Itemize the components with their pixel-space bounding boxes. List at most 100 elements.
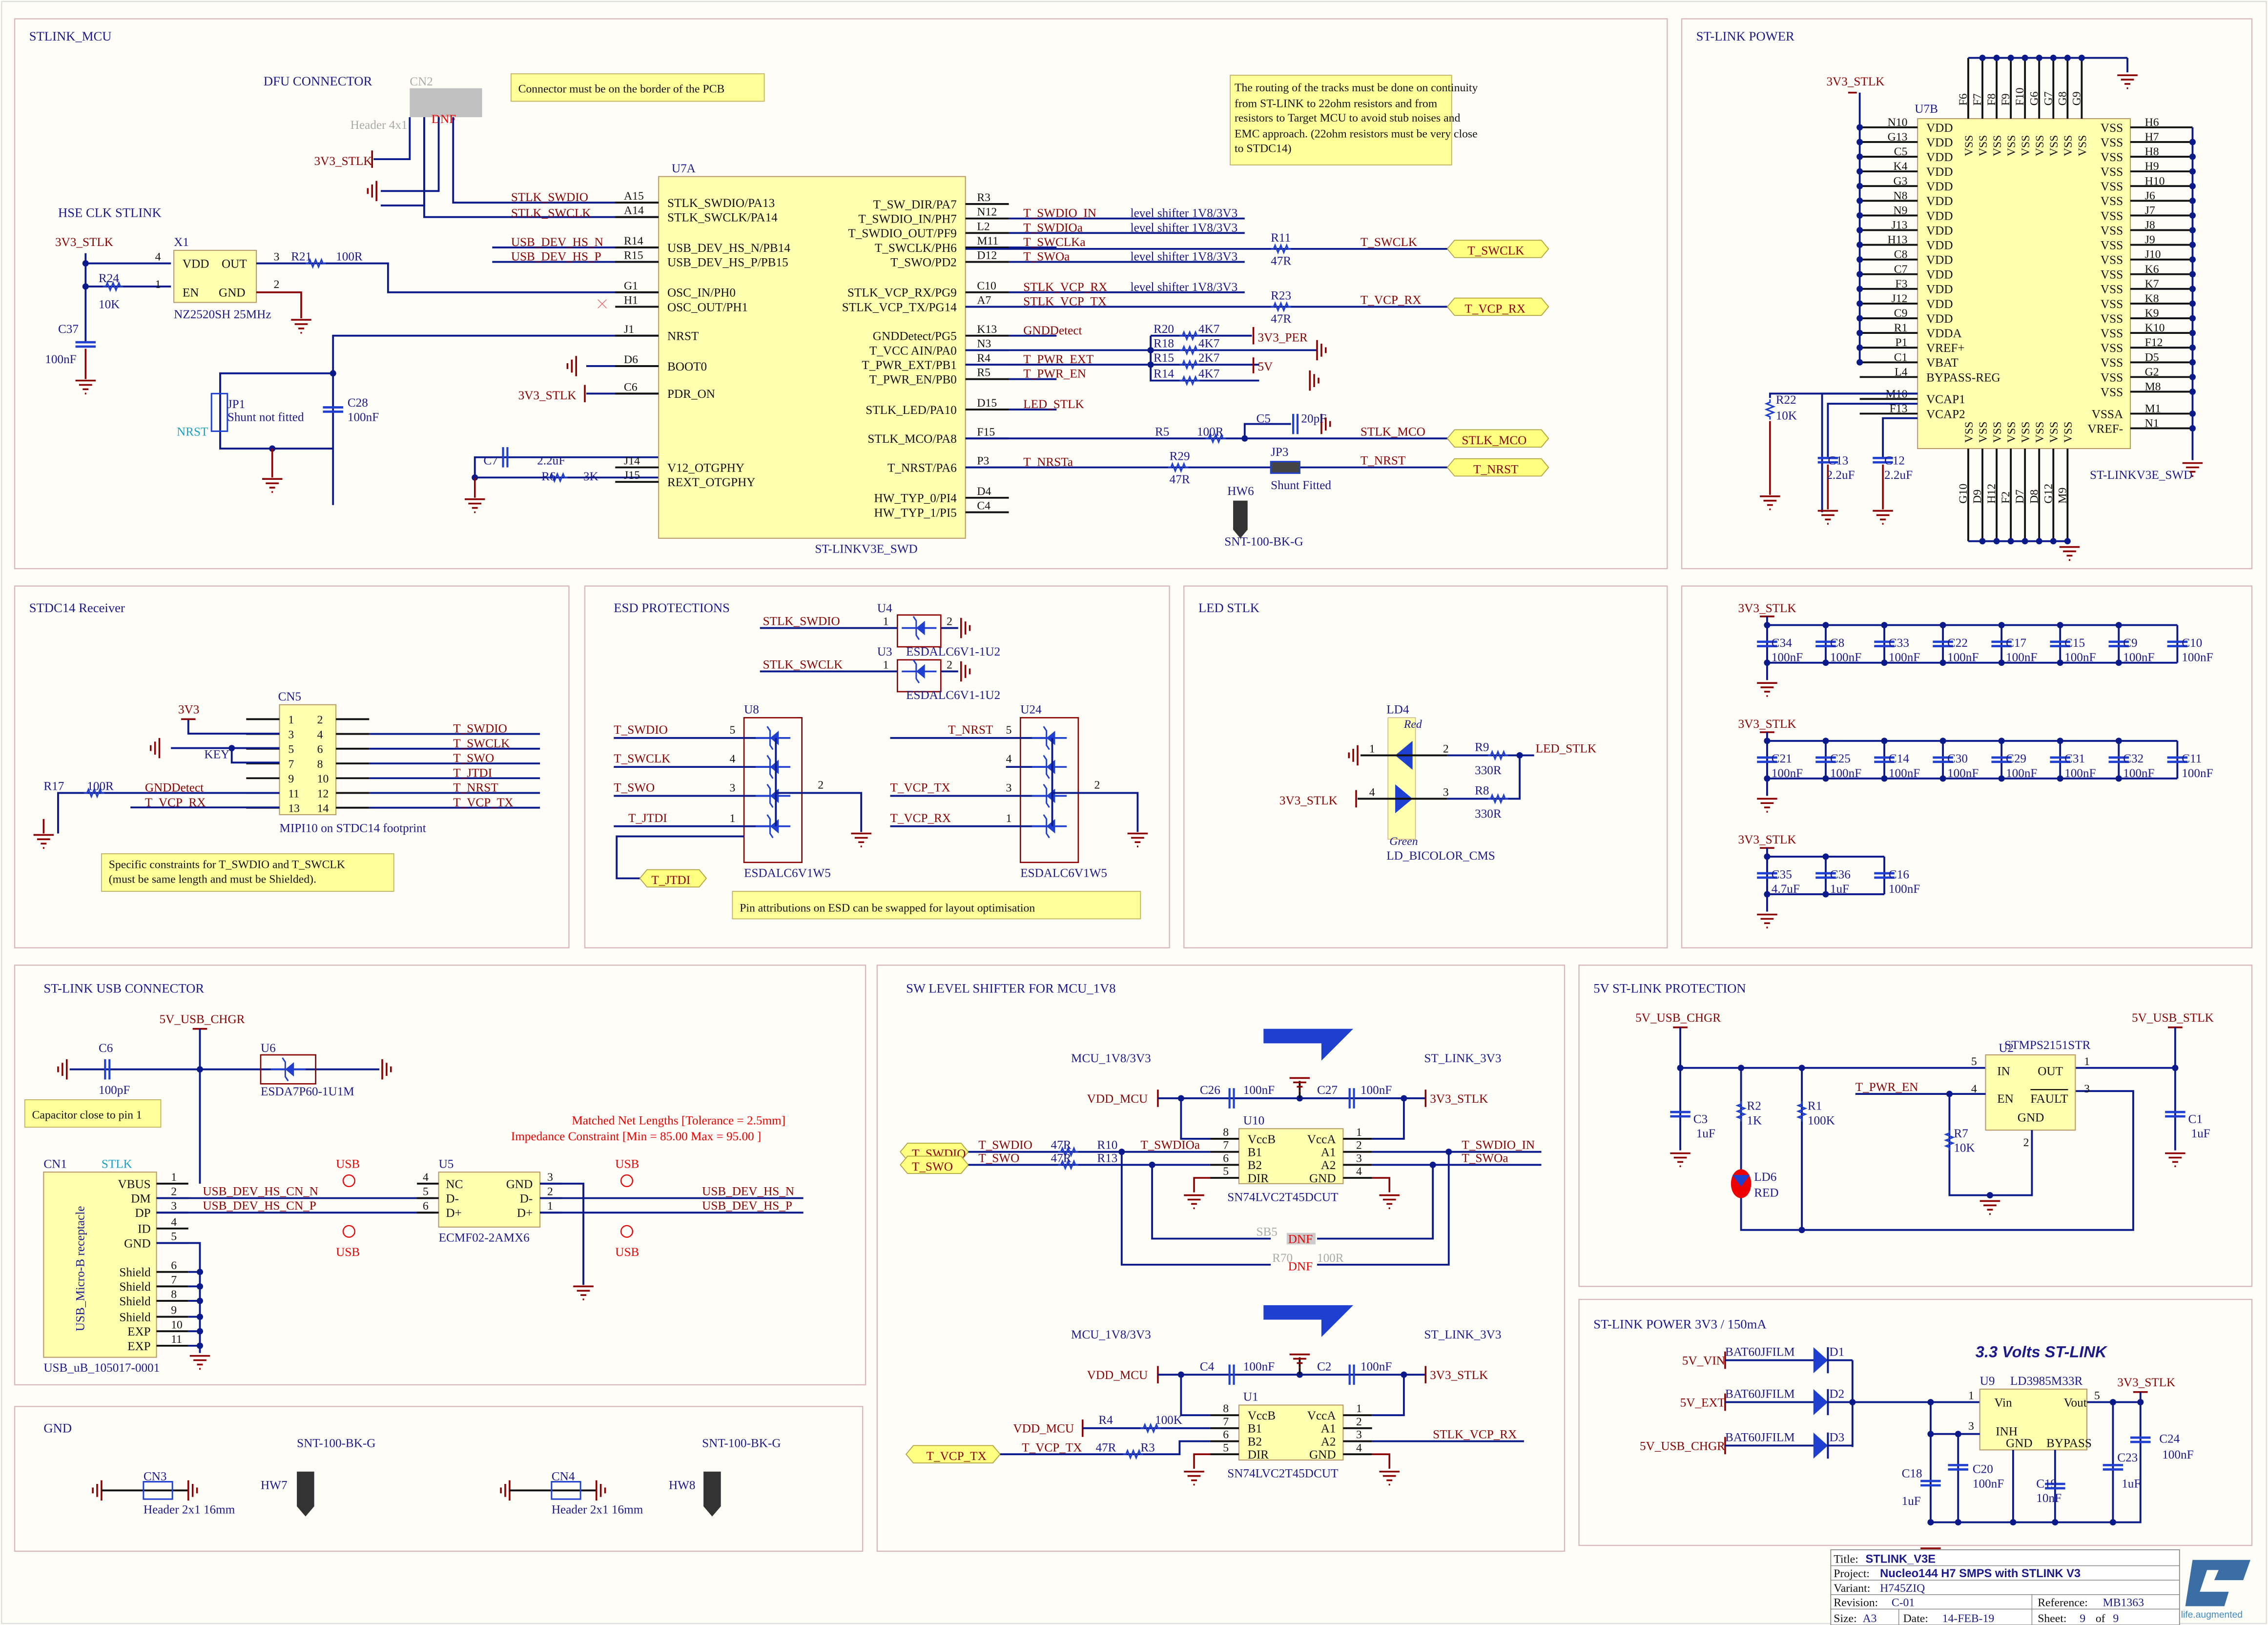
- pin-ball: F7: [1971, 93, 1984, 105]
- pin-name: VDD: [1926, 165, 1953, 179]
- u9-ref: U9: [1980, 1375, 1995, 1388]
- c24-ref: C24: [2159, 1432, 2180, 1445]
- u24-part: ESDALC6V1W5: [1020, 866, 1107, 880]
- pin-number: 8: [1223, 1402, 1229, 1415]
- diode-part: BAT60JFILM: [1725, 1431, 1795, 1444]
- u9-part: LD3985M33R: [2010, 1375, 2083, 1388]
- net-label: T_SWDIO_IN: [1462, 1139, 1535, 1152]
- res-ref: R13: [1097, 1152, 1117, 1165]
- junction: [1998, 659, 2005, 666]
- cap-value: 100nF: [1830, 767, 1861, 780]
- sheet-title: STLINK_V3E: [1865, 1553, 1936, 1566]
- pin-name: VccA: [1307, 1409, 1336, 1422]
- cap-ref: C36: [1830, 868, 1851, 881]
- junction: [1822, 891, 1829, 898]
- r8-value: 330R: [1475, 807, 1502, 821]
- port-t-swo[interactable]: T_SWO: [900, 1155, 969, 1174]
- cap-ref: C35: [1772, 868, 1792, 881]
- pin-ball: F10: [2014, 88, 2026, 106]
- pin-ball: R14: [624, 235, 643, 247]
- net-label: STLK_MCO: [1361, 425, 1425, 438]
- net-label: USB_DEV_HS_CN_P: [203, 1199, 316, 1213]
- jp3-ref: JP3: [1271, 446, 1288, 459]
- pin-number: 2: [171, 1186, 177, 1198]
- jp3-jumper[interactable]: [1270, 461, 1300, 474]
- schematic-sheet: STLINK_MCU DFU CONNECTOR CN2 Header 4x1 …: [1, 0, 2267, 1625]
- led-red-label: Red: [1403, 718, 1422, 731]
- net-label: USB_DEV_HS_N: [702, 1185, 794, 1198]
- pin-ball: K10: [2145, 322, 2165, 334]
- c3-ref: C3: [1693, 1112, 1708, 1126]
- note-text: from ST-LINK to 22ohm resistors and from: [1235, 97, 1438, 110]
- mcu-side-label: MCU_1V8/3V3: [1071, 1052, 1151, 1065]
- pin-number: 3: [288, 728, 294, 741]
- pin-name: T_SWCLK/PH6: [875, 242, 957, 255]
- cn4-ref: CN4: [552, 1470, 575, 1483]
- pin-ball: G3: [1893, 175, 1907, 187]
- port-t-vcp-tx[interactable]: T_VCP_TX: [905, 1445, 1001, 1463]
- c6-ref: C6: [99, 1042, 113, 1055]
- pin-name: NC: [446, 1178, 463, 1191]
- sheet-of: of: [2096, 1612, 2105, 1625]
- pin-name: VDD: [1926, 180, 1953, 193]
- cap-value: 100nF: [1947, 767, 1979, 780]
- stlink-side-label: ST_LINK_3V3: [1424, 1052, 1501, 1065]
- net-label: T_VCP_RX: [890, 812, 951, 825]
- pin-name: VSS: [2101, 209, 2123, 223]
- pin-number: 5: [2094, 1390, 2100, 1402]
- pin-name: VSS: [2101, 254, 2123, 267]
- pin-name: VBAT: [1926, 356, 1959, 370]
- pin-name: A2: [1321, 1435, 1336, 1448]
- net-label: LED_STLK: [1536, 742, 1597, 755]
- pin-number: 10: [317, 773, 329, 785]
- res-value: 100K: [1155, 1414, 1182, 1427]
- port-t-jtdi[interactable]: T_JTDI: [639, 869, 707, 888]
- pin-ball: G13: [1888, 131, 1908, 144]
- pin-name: VDD: [1926, 312, 1953, 326]
- pin-ball: D12: [977, 249, 997, 262]
- pin-ball: H6: [2145, 116, 2159, 129]
- junction: [1881, 738, 1888, 744]
- pin-ball: D4: [977, 485, 991, 498]
- pin-number: 3: [1443, 786, 1449, 799]
- pin-name: VDD: [1926, 195, 1953, 208]
- cap-value: 100nF: [2123, 767, 2154, 780]
- port-t-nrst[interactable]: T_NRST: [1446, 458, 1549, 477]
- pin-name: VDD: [1926, 268, 1953, 282]
- pin-name: BYPASS-REG: [1926, 371, 2000, 384]
- port-stlk-mco[interactable]: STLK_MCO: [1446, 429, 1549, 448]
- net-3v3: 3V3_STLK: [518, 389, 577, 402]
- cap-value: 100nF: [1243, 1084, 1275, 1097]
- pin-name: VDD: [1926, 254, 1953, 267]
- pin-name: D-: [520, 1192, 533, 1205]
- pin-number: 2: [1356, 1139, 1362, 1152]
- pin-number: 1: [1968, 1390, 1974, 1402]
- port-t-vcp-rx[interactable]: T_VCP_RX: [1446, 297, 1549, 316]
- ld4-ref: LD4: [1386, 703, 1409, 716]
- pin-ball: F8: [1985, 93, 1998, 105]
- pin-name: T_VCC AIN/PA0: [869, 344, 957, 357]
- pin-name: VSS: [2101, 371, 2123, 384]
- pin-name: VSS: [1977, 135, 1990, 156]
- pin-name: DIR: [1248, 1448, 1269, 1461]
- r5-ref: R5: [1155, 425, 1169, 438]
- pin-ball: C1: [1894, 351, 1908, 364]
- r22-value: 10K: [1776, 410, 1797, 423]
- cn1-ref: CN1: [43, 1157, 67, 1171]
- net-vdd-mcu: VDD_MCU: [1013, 1422, 1074, 1436]
- pin-name: VSS: [2101, 327, 2123, 340]
- cap-value: 4.7uF: [1772, 883, 1800, 896]
- cap-ref: C16: [1889, 868, 1909, 881]
- port-t-swclk[interactable]: T_SWCLK: [1446, 240, 1549, 258]
- note-text: to STDC14): [1235, 142, 1292, 155]
- pin-name: VSS: [2101, 268, 2123, 282]
- pin-name: Vout: [2064, 1396, 2087, 1409]
- pin-ball: A15: [624, 190, 644, 203]
- pin-name: T_SWO/PD2: [890, 256, 957, 269]
- r22-ref: R22: [1776, 393, 1796, 407]
- r15-ref: R15: [1154, 351, 1174, 365]
- u3-ref: U3: [877, 645, 892, 658]
- pin-ball: G7: [2042, 91, 2055, 105]
- pin-number: 4: [1006, 753, 1012, 765]
- panel-title: STLINK_MCU: [29, 29, 112, 43]
